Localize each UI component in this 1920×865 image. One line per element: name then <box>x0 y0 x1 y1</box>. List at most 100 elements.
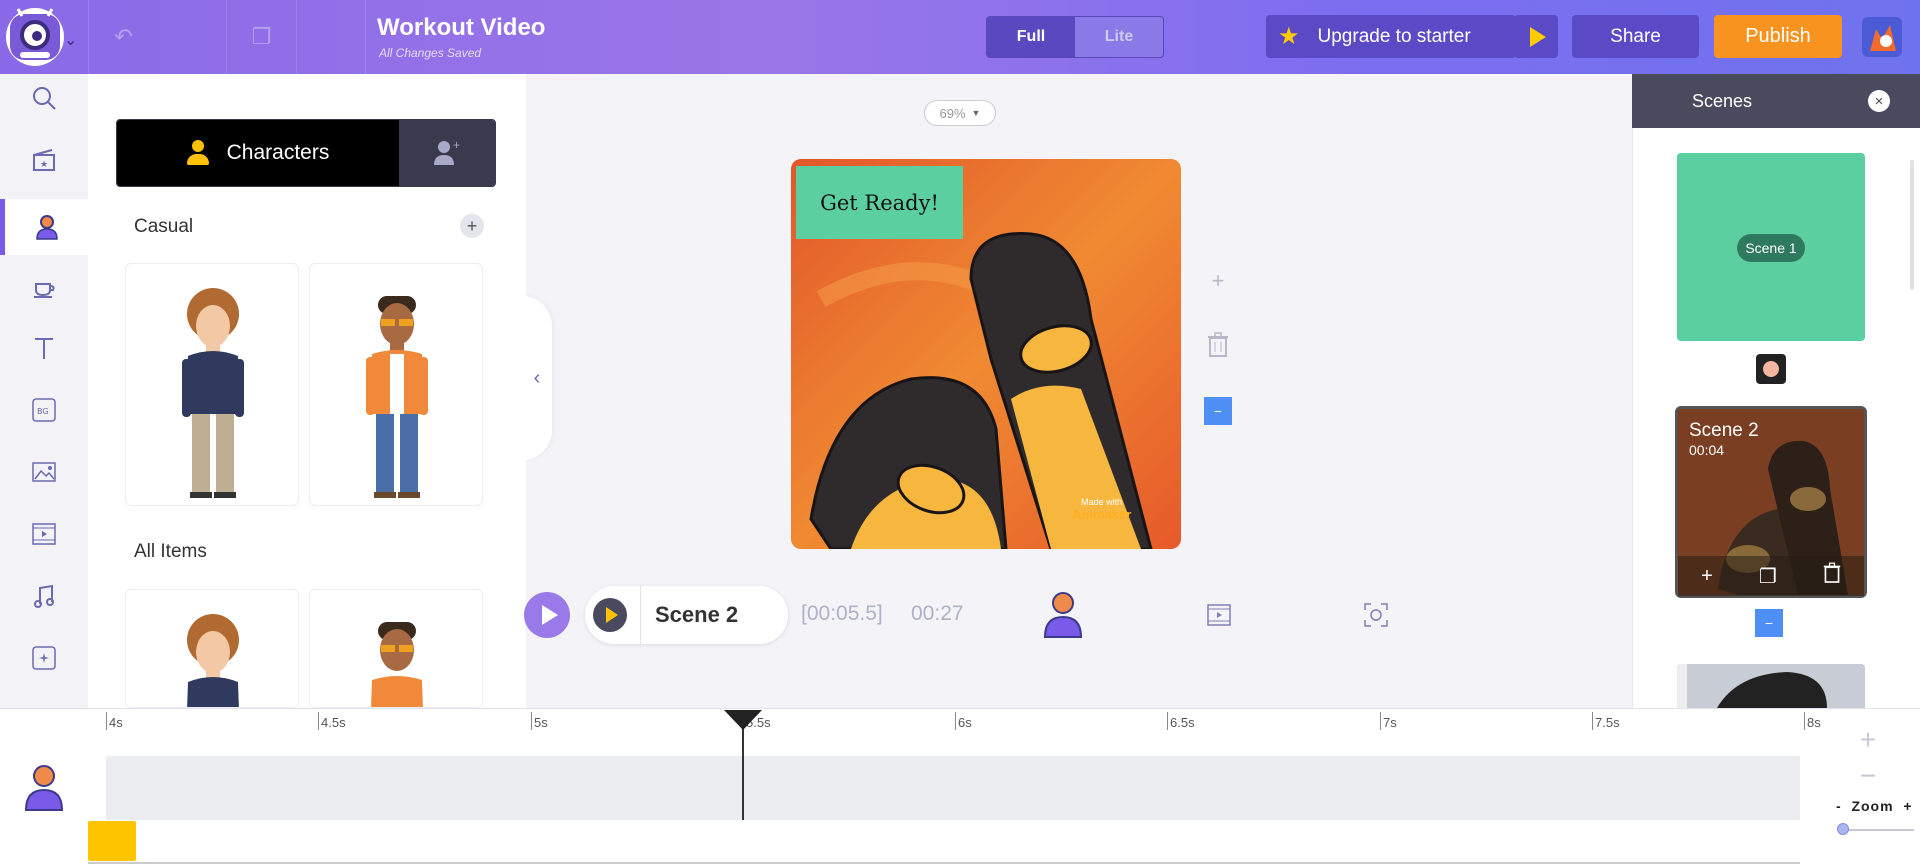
add-character-icon[interactable]: + <box>399 120 495 186</box>
character-icon <box>186 140 209 166</box>
svg-text:BG: BG <box>37 407 49 416</box>
ruler-tick-label: 6s <box>958 715 972 730</box>
app-logo[interactable] <box>6 8 64 66</box>
ruler-tick-label: 4.5s <box>321 715 346 730</box>
playhead-line[interactable] <box>742 718 744 820</box>
collapse-minus-button[interactable]: − <box>1204 397 1232 425</box>
tab-characters[interactable]: Characters <box>117 120 399 186</box>
curly-hair-character-icon <box>187 614 239 707</box>
user-avatar[interactable] <box>1862 17 1902 57</box>
scenes-scrollbar[interactable] <box>1910 160 1914 290</box>
ruler-tick <box>955 712 956 730</box>
character-icon[interactable] <box>22 763 66 813</box>
playhead-handle[interactable] <box>724 710 762 730</box>
play-button[interactable] <box>524 592 570 638</box>
canvas-text-get-ready[interactable]: Get Ready! <box>796 166 963 239</box>
add-casual-icon[interactable]: + <box>460 214 484 238</box>
trash-icon[interactable] <box>1823 562 1841 590</box>
scene-2-duration: 00:04 <box>1689 442 1725 458</box>
svg-text:+: + <box>453 139 460 152</box>
chevron-down-icon[interactable]: ⌄ <box>64 30 77 50</box>
timeline-clip[interactable] <box>88 821 136 861</box>
mode-lite-button[interactable]: Lite <box>1075 17 1163 57</box>
section-casual: Casual <box>134 216 194 237</box>
ruler-tick-label: 7s <box>1383 715 1397 730</box>
timeline-scrollbar[interactable] <box>88 862 1800 864</box>
zoom-plus-label[interactable]: + <box>1903 798 1912 814</box>
scene-library-icon[interactable]: ★ <box>0 132 88 188</box>
undo-icon[interactable]: ↶ <box>88 0 158 74</box>
scene-play-button[interactable] <box>593 598 627 632</box>
scene-2-minus-button[interactable]: − <box>1755 609 1783 637</box>
fox-avatar-icon <box>1862 17 1902 57</box>
zoom-control-label: - Zoom + <box>1836 798 1913 814</box>
background-icon[interactable]: BG <box>0 382 88 438</box>
current-time: [00:05.5] <box>801 602 883 625</box>
camera-focus-icon[interactable] <box>1354 593 1398 637</box>
zoom-slider-track[interactable] <box>1842 829 1914 831</box>
zoom-in-icon[interactable]: + <box>1855 724 1881 756</box>
asset-tabs: Characters + <box>116 119 496 187</box>
props-icon[interactable] <box>0 258 88 314</box>
upgrade-label: Upgrade to starter <box>1317 25 1471 47</box>
ruler-tick <box>318 712 319 730</box>
scene-2-title: Scene 2 <box>1689 420 1759 441</box>
mode-full-button[interactable]: Full <box>987 17 1075 57</box>
ruler-tick-label: 7.5s <box>1595 715 1620 730</box>
video-icon[interactable] <box>0 506 88 562</box>
music-icon[interactable] <box>0 568 88 624</box>
glasses-character-icon <box>366 296 428 498</box>
chevron-down-icon: ▼ <box>971 108 981 118</box>
zoom-slider-handle[interactable] <box>1837 823 1849 835</box>
effects-icon[interactable] <box>0 630 88 686</box>
zoom-text: Zoom <box>1851 798 1894 814</box>
video-icon[interactable] <box>1197 593 1241 637</box>
section-all-items: All Items <box>134 541 207 562</box>
ruler-tick-label: 4s <box>109 715 123 730</box>
character-card-curly[interactable] <box>125 263 299 506</box>
scene-play-pill[interactable]: Scene 2 <box>585 586 788 644</box>
scene-thumbnail-3[interactable] <box>1677 664 1865 708</box>
scene-1-badge: Scene 1 <box>1737 234 1805 262</box>
save-status: All Changes Saved <box>379 46 482 60</box>
curly-hair-character-icon <box>182 288 244 498</box>
mode-toggle[interactable]: Full Lite <box>986 16 1164 58</box>
publish-button[interactable]: Publish <box>1714 15 1842 58</box>
preview-play-button[interactable] <box>1514 15 1558 58</box>
character-card-curly-2[interactable] <box>125 589 299 708</box>
character-card-glasses-2[interactable] <box>309 589 483 708</box>
watermark-brand-text: Animaker <box>1072 507 1132 522</box>
canvas-zoom-value: 69% <box>939 105 966 121</box>
upgrade-button[interactable]: ★ Upgrade to starter <box>1266 15 1516 58</box>
project-title[interactable]: Workout Video <box>377 14 545 42</box>
duplicate-icon[interactable]: ❐ <box>1759 564 1777 589</box>
animaker-watermark: Made with Animaker <box>1072 497 1131 522</box>
canvas-zoom-select[interactable]: 69% ▼ <box>924 100 996 126</box>
ruler-tick-label: 6.5s <box>1170 715 1195 730</box>
zoom-minus-label[interactable]: - <box>1836 798 1842 814</box>
search-icon[interactable] <box>0 70 88 126</box>
character-card-glasses[interactable] <box>309 263 483 506</box>
trash-icon[interactable] <box>1204 332 1232 364</box>
text-icon[interactable] <box>0 320 88 376</box>
collapse-panel-chevron-left-icon[interactable]: ‹ <box>522 296 552 460</box>
add-icon[interactable]: + <box>1701 565 1713 588</box>
close-icon[interactable]: × <box>1868 90 1890 112</box>
character-track[interactable] <box>106 756 1800 820</box>
ruler-tick-label: 5s <box>534 715 548 730</box>
monster-logo-icon <box>10 8 60 60</box>
image-icon[interactable] <box>0 444 88 500</box>
share-button[interactable]: Share <box>1572 15 1699 58</box>
zoom-out-icon[interactable]: − <box>1855 760 1881 792</box>
character-icon[interactable] <box>0 199 88 255</box>
ruler-tick <box>1167 712 1168 730</box>
divider <box>640 586 641 644</box>
toolbar-spacer <box>296 0 366 74</box>
play-icon <box>541 605 558 625</box>
scene-name-label: Scene 2 <box>655 602 739 627</box>
character-track-icon[interactable] <box>1041 592 1085 638</box>
total-time: 00:27 <box>911 602 964 625</box>
scene-2-toolbar: + ❐ <box>1678 556 1864 596</box>
duplicate-icon[interactable]: ❐ <box>226 0 296 74</box>
add-icon[interactable]: + <box>1204 268 1232 294</box>
